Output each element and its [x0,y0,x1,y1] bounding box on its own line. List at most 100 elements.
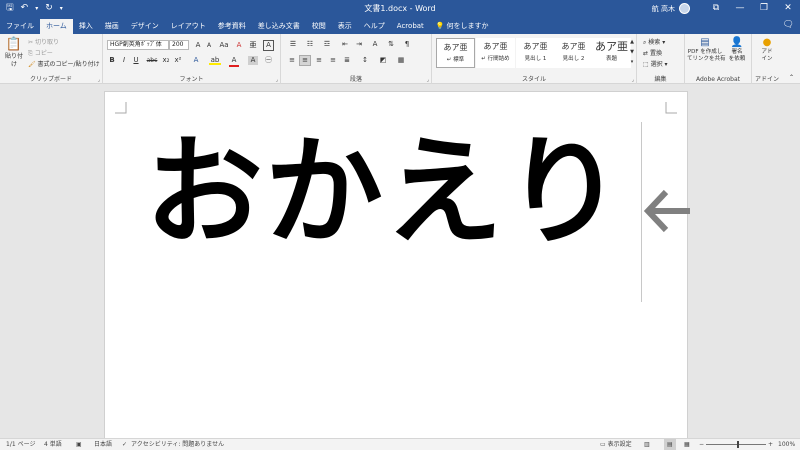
styles-more-icon[interactable]: ▾ [628,58,636,67]
sort-icon[interactable]: ⇅ [385,40,397,49]
shading-icon[interactable]: ◩ [377,56,389,65]
tell-me-box[interactable]: 💡 何をしますか [430,19,495,34]
close-button[interactable]: ✕ [776,0,800,17]
font-color-button[interactable]: A [229,56,239,67]
document-page[interactable]: おかえり [104,91,690,438]
font-dialog-launcher-icon[interactable]: ⌟ [276,77,278,83]
zoom-in-button[interactable]: + [768,439,773,450]
bold-button[interactable]: B [107,56,117,65]
proofing-icon[interactable]: ▣ [76,439,82,450]
subscript-button[interactable]: x₂ [161,56,171,65]
save-icon[interactable]: 🖫 [4,0,16,17]
accessibility-status[interactable]: アクセシビリティ: 問題ありません [131,439,224,450]
undo-dropdown-icon[interactable]: ▾ [33,0,40,17]
styles-scroll-up-icon[interactable]: ▲ [628,38,636,47]
find-button[interactable]: ⌕ 検索 ▾ [643,37,665,47]
highlight-button[interactable]: ab [209,56,221,65]
format-painter-button[interactable]: 🖌 書式のコピー/貼り付け [28,59,100,68]
align-right-icon[interactable]: ≡ [313,56,325,65]
borders-icon[interactable]: ▦ [395,56,407,65]
style-no-spacing[interactable]: あア亜 ↵ 行間詰め [476,38,515,68]
customize-icon[interactable]: ▾ [58,0,65,17]
tab-insert[interactable]: 挿入 [73,19,99,34]
user-name[interactable]: 航 高木 [652,4,675,14]
furigana-button[interactable]: 亜 [248,41,258,50]
display-settings-button[interactable]: ▭ 表示設定 [600,439,632,450]
select-button[interactable]: ⬚ 選択 ▾ [643,59,668,68]
tab-home[interactable]: ホーム [40,19,73,34]
superscript-button[interactable]: x² [173,56,183,65]
justify-icon[interactable]: ≡ [327,56,339,65]
cut-button[interactable]: ✂ 切り取り [28,37,59,46]
clear-format-button[interactable]: A [234,41,244,50]
increase-indent-icon[interactable]: ⇥ [353,40,365,49]
undo-icon[interactable]: ↶ [19,0,31,17]
tab-design[interactable]: デザイン [125,19,165,34]
bullets-icon[interactable]: ☰ [286,40,300,49]
font-size-box[interactable]: 200 [169,40,189,50]
align-left-icon[interactable]: ≡ [286,56,298,65]
tab-help[interactable]: ヘルプ [358,19,391,34]
style-heading-1[interactable]: あア亜 見出し 1 [516,38,555,68]
tab-acrobat[interactable]: Acrobat [391,19,430,34]
web-layout-icon[interactable]: ▦ [684,439,690,450]
avatar[interactable] [679,3,690,14]
text-effects-button[interactable]: A [191,56,201,65]
char-border-button[interactable]: A [263,40,274,51]
tab-layout[interactable]: レイアウト [165,19,212,34]
print-layout-icon[interactable]: ▤ [664,439,676,450]
show-marks-icon[interactable]: ¶ [401,40,413,49]
paste-icon: 📋 [5,37,23,52]
request-signature-button[interactable]: 👤 署名 を依頼 [725,37,749,63]
tab-mailings[interactable]: 差し込み文書 [252,19,306,34]
multilevel-list-icon[interactable]: ☲ [320,40,334,49]
minimize-button[interactable]: — [728,0,752,17]
tab-view[interactable]: 表示 [332,19,358,34]
redo-icon[interactable]: ↻ [43,0,55,17]
restore-button[interactable]: ❐ [752,0,776,17]
line-spacing-icon[interactable]: ↕ [359,56,371,65]
zoom-slider-track[interactable] [706,444,766,445]
tab-draw[interactable]: 描画 [99,19,125,34]
word-count[interactable]: 4 単語 [44,439,62,450]
asian-layout-icon[interactable]: A [369,40,381,49]
change-case-button[interactable]: Aa [217,41,231,50]
shrink-font-button[interactable]: A [204,41,214,50]
replace-button[interactable]: ⇄ 置換 [643,48,662,57]
styles-scroll-down-icon[interactable]: ▼ [628,48,636,57]
style-heading-2[interactable]: あア亜 見出し 2 [554,38,593,68]
page-count[interactable]: 1/1 ページ [6,439,35,450]
distributed-icon[interactable]: ≣ [341,56,353,65]
align-center-icon[interactable]: ≡ [299,55,311,66]
italic-button[interactable]: I [119,56,129,65]
decrease-indent-icon[interactable]: ⇤ [339,40,351,49]
zoom-out-button[interactable]: − [699,439,704,450]
zoom-level[interactable]: 100% [778,439,795,450]
enclose-char-button[interactable]: ㊀ [263,56,274,65]
numbering-icon[interactable]: ☷ [303,40,317,49]
collapse-ribbon-icon[interactable]: ⌃ [789,74,794,81]
focus-mode-icon[interactable]: ▥ [644,439,650,450]
ribbon-display-icon[interactable]: ⧉ [704,0,728,17]
font-name-box[interactable]: HGP創英角ﾎﾟｯﾌﾟ体 [107,40,169,50]
style-title[interactable]: あア亜 表題 [592,38,631,68]
grow-font-button[interactable]: A [193,41,203,50]
styles-dialog-launcher-icon[interactable]: ⌟ [632,77,634,83]
tab-file[interactable]: ファイル [0,19,40,34]
strikethrough-button[interactable]: abc [145,56,159,65]
dialog-launcher-icon[interactable]: ⌟ [98,77,100,83]
style-normal[interactable]: あア亜 ↵ 標準 [436,38,475,68]
zoom-slider-thumb[interactable] [737,441,739,448]
comments-icon[interactable]: 🗨 [783,20,794,30]
tab-review[interactable]: 校閲 [306,19,332,34]
tab-references[interactable]: 参考資料 [212,19,252,34]
create-pdf-button[interactable]: ▤ PDF を作成し てリンクを共有 [687,37,726,63]
char-shading-button[interactable]: A [248,56,258,65]
underline-button[interactable]: U [131,56,141,65]
language-indicator[interactable]: 日本語 [94,439,112,450]
document-text[interactable]: おかえり [145,122,625,262]
paragraph-dialog-launcher-icon[interactable]: ⌟ [427,77,429,83]
copy-button[interactable]: ⎘ コピー [28,48,53,58]
addins-button[interactable]: ● アド イン [754,37,780,63]
paste-button[interactable]: 📋 貼り付け [3,37,25,69]
